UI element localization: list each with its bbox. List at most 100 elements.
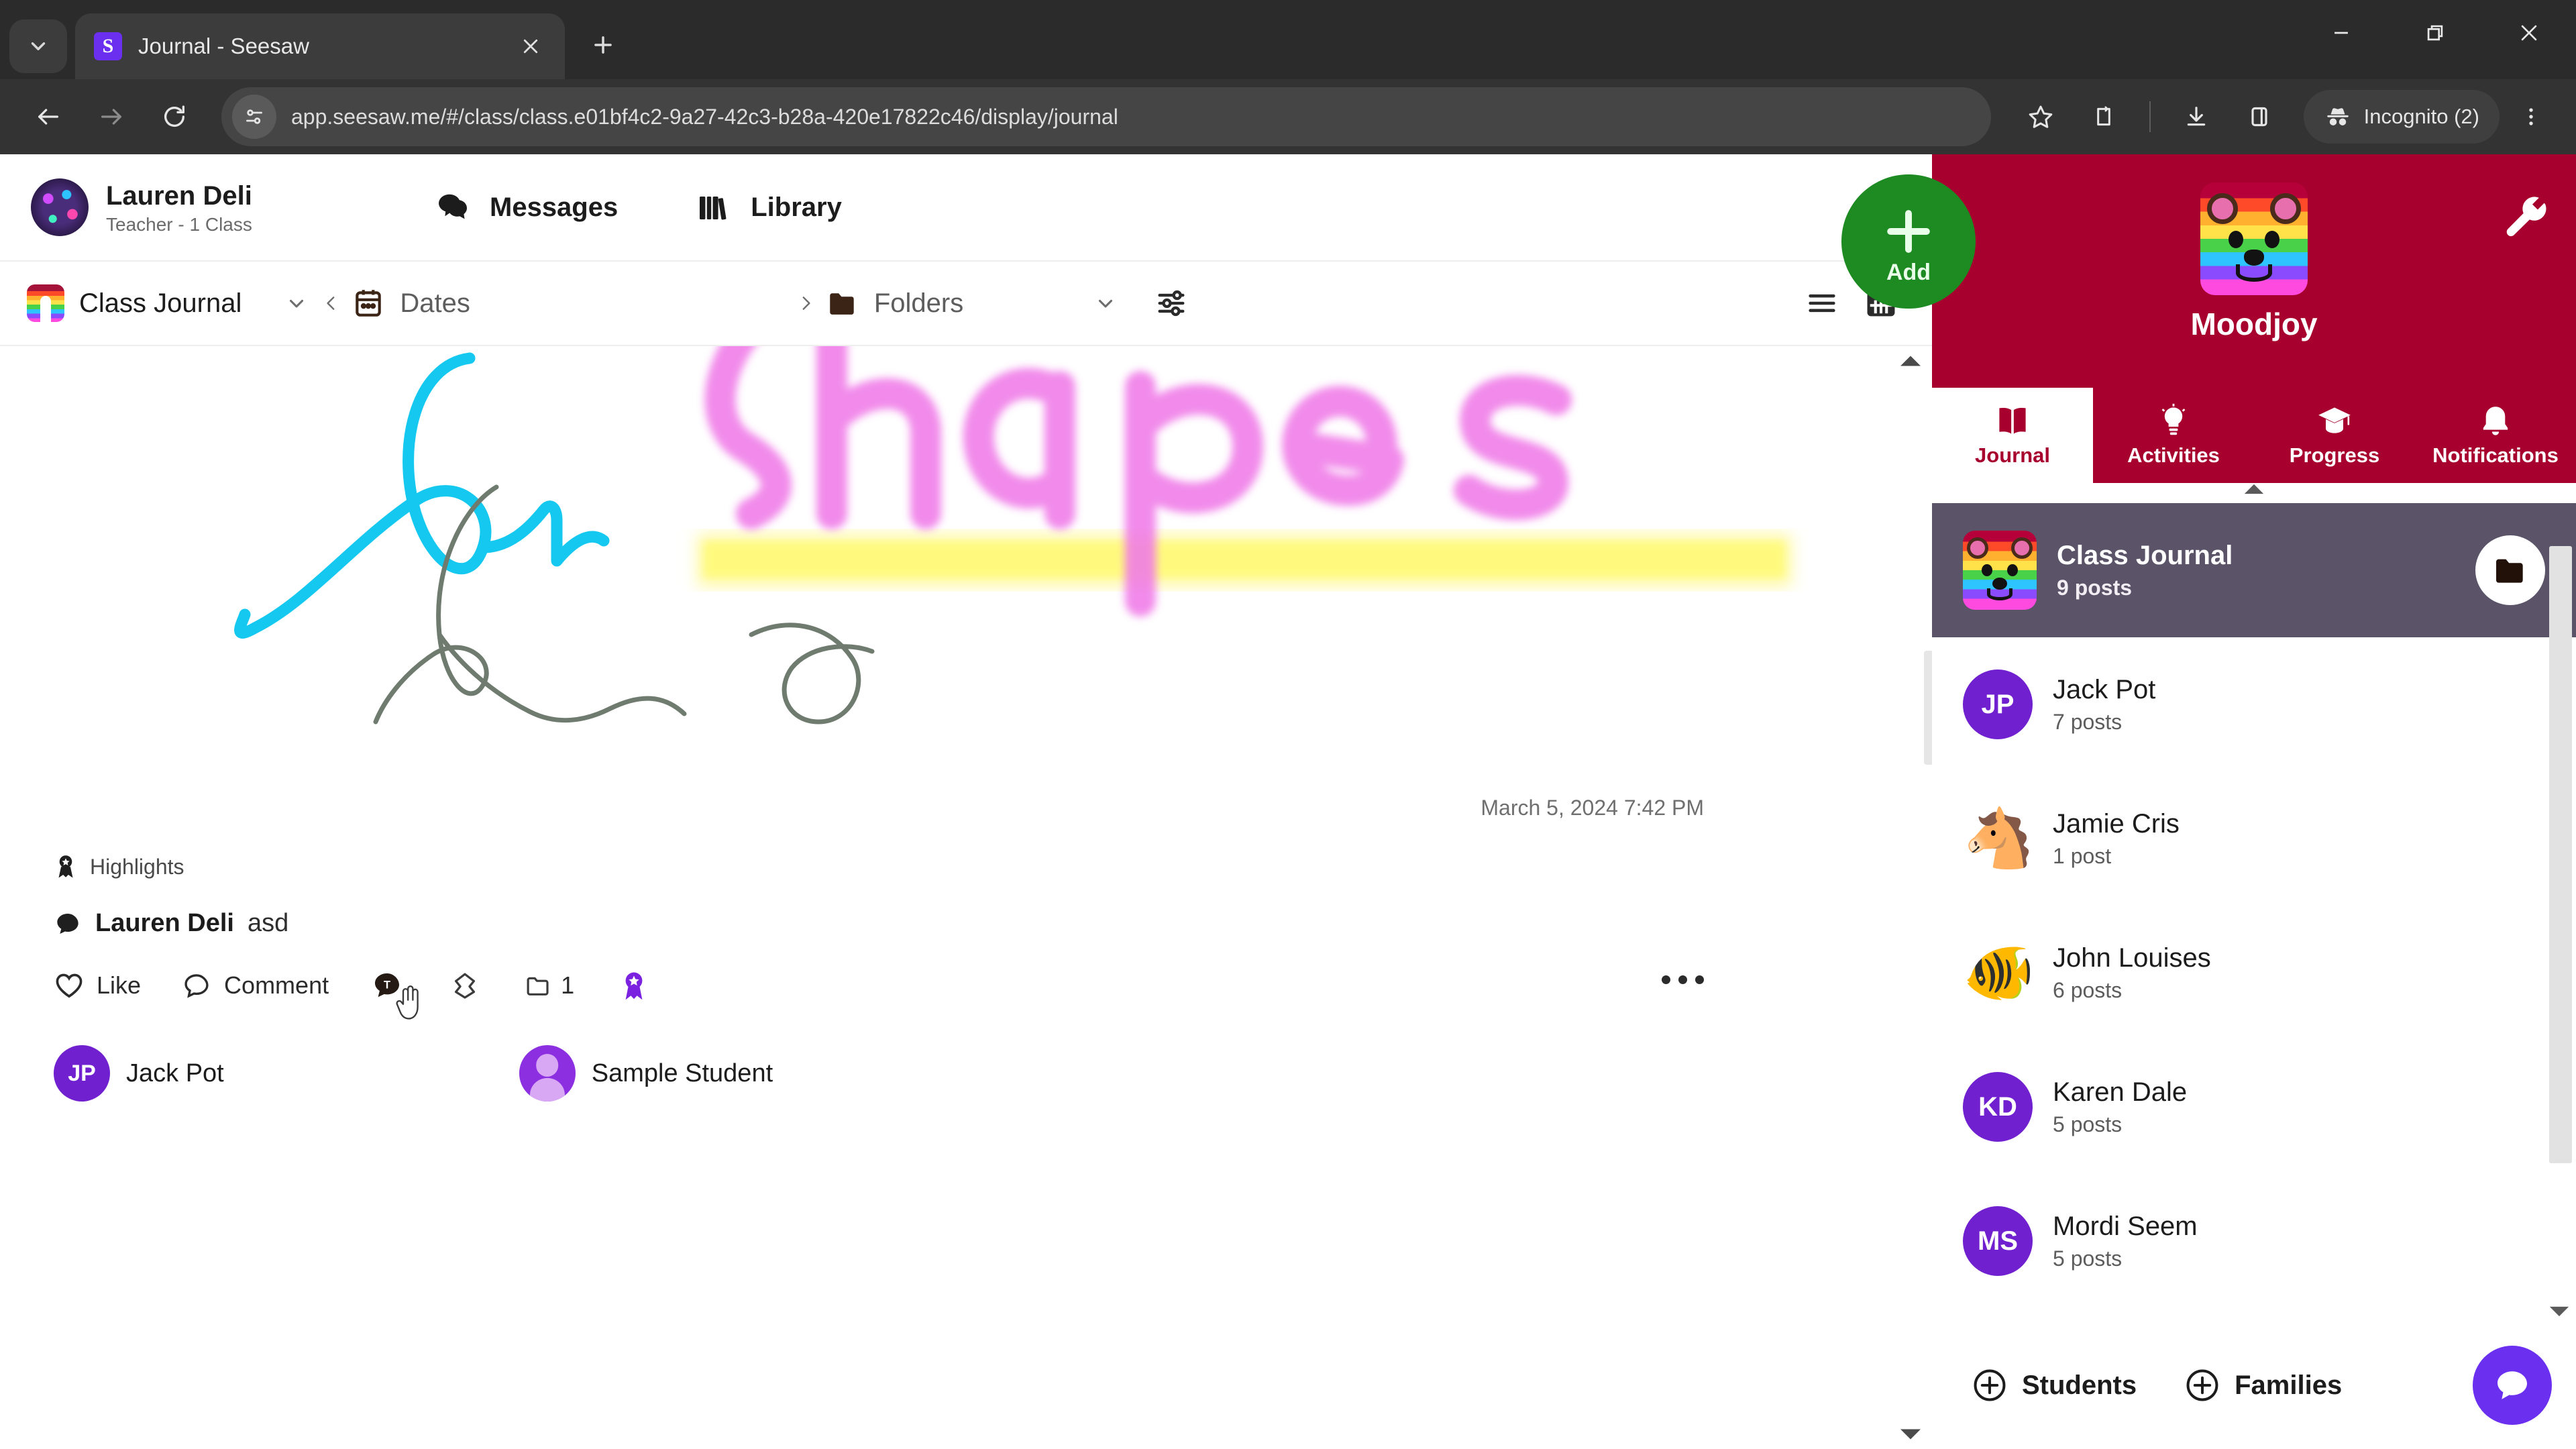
next-folders-button[interactable] [786,290,826,317]
folder-icon [830,293,854,315]
site-info-button[interactable] [232,95,276,139]
tab-journal[interactable]: Journal [1932,388,2093,483]
chat-bubble-icon [2498,1371,2527,1399]
minimize-button[interactable] [2294,0,2388,66]
journal-feed: March 5, 2024 7:42 PM Highlights Lauren … [0,346,1932,1449]
journal-dropdown-button[interactable] [282,292,311,315]
avatar [31,178,89,236]
class-identity[interactable]: Moodjoy [1932,182,2576,342]
back-button[interactable] [20,89,76,145]
journal-subbar: Class Journal Dates Folders [0,262,1932,346]
feed-scroll-up-arrow[interactable] [1898,353,1923,369]
forward-button[interactable] [83,89,140,145]
journal-selector[interactable]: Class Journal [27,284,241,322]
list-item[interactable]: 🐠 John Louises 6 posts [1932,906,2576,1040]
tab-progress[interactable]: Progress [2254,388,2415,483]
class-avatar [2200,182,2308,295]
bookmark-button[interactable] [2012,89,2069,145]
entry-name: Jack Pot [2053,675,2156,705]
nav-messages[interactable]: Messages [423,183,630,231]
folders-dropdown-button[interactable] [1091,292,1120,315]
post-highlights[interactable]: Highlights [54,853,1811,881]
reload-button[interactable] [146,89,203,145]
forward-arrow-icon [101,109,121,125]
dates-filter[interactable]: Dates [352,286,470,321]
chrome-menu-button[interactable] [2506,89,2556,145]
list-item[interactable]: KD Karen Dale 5 posts [1932,1040,2576,1174]
entry-name: Jamie Cris [2053,809,2180,839]
graduation-cap-icon [2318,407,2351,433]
tab-journal-label: Journal [1975,443,2050,467]
add-families-button[interactable]: Families [2184,1366,2342,1404]
prev-dates-button[interactable] [311,290,352,317]
tab-search-button[interactable] [9,19,67,73]
incognito-profile-button[interactable]: Incognito (2) [2303,90,2500,144]
bookmark-post-button[interactable] [449,970,480,1001]
reload-icon [164,105,184,127]
post-meta: March 5, 2024 7:42 PM Highlights Lauren … [0,789,1932,1102]
entry-name: Karen Dale [2053,1077,2188,1108]
comment-bubble-icon [57,913,78,934]
lightbulb-icon [2161,403,2186,435]
class-journal-icon [27,284,64,322]
extensions-button[interactable] [2076,89,2132,145]
tab-activities[interactable]: Activities [2093,388,2254,483]
entry-name: Mordi Seem [2053,1212,2198,1242]
chat-support-button[interactable] [2473,1346,2552,1425]
list-item[interactable]: MS Mordi Seem 5 posts [1932,1174,2576,1308]
entry-post-count: 5 posts [2053,1112,2123,1137]
pencil-scribble [373,484,875,724]
sidebar-scrollbar-thumb[interactable] [2549,546,2572,1163]
teacher-role: Teacher - 1 Class [106,213,252,235]
restore-icon [2427,25,2443,41]
downloads-button[interactable] [2168,89,2224,145]
avatar [519,1045,576,1102]
post-more-menu[interactable] [1662,975,1704,984]
comment-button[interactable]: Comment [181,971,329,1000]
folders-filter[interactable]: Folders [826,286,963,321]
extensions-icon [2096,106,2110,126]
tagged-student[interactable]: JP Jack Pot [54,1045,224,1102]
tab-activities-label: Activities [2127,443,2220,467]
wrench-icon[interactable] [2502,195,2553,246]
nav-library[interactable]: Library [684,183,854,231]
chevron-down-icon [31,42,46,50]
add-caption-button[interactable]: T [372,970,419,1020]
maximize-button[interactable] [2388,0,2482,66]
new-tab-button[interactable] [577,19,629,71]
list-scroll-up-arrow[interactable] [1932,483,2576,500]
page-settings-icon [246,109,262,124]
list-item[interactable]: JP Jack Pot 7 posts [1932,637,2576,771]
list-scroll-down-arrow[interactable] [2548,1304,2571,1319]
tab-notifications[interactable]: Notifications [2415,388,2576,483]
list-view-button[interactable] [1798,279,1846,327]
feed-scroll-down-arrow[interactable] [1898,1426,1923,1442]
browser-tab[interactable]: S Journal - Seesaw [75,13,565,79]
tab-close-button[interactable] [515,31,546,62]
award-post-button[interactable] [619,970,649,1001]
avatar: 🐴 [1963,806,2035,871]
tagged-student[interactable]: Sample Student [519,1045,773,1102]
side-panel-button[interactable] [2231,89,2288,145]
like-button[interactable]: Like [54,971,141,1000]
teacher-name: Lauren Deli [106,180,252,211]
page-viewport: Lauren Deli Teacher - 1 Class Messages L… [0,154,2576,1449]
window-close-button[interactable] [2482,0,2576,66]
sidebar-scrollbar[interactable] [2549,507,2572,1293]
address-bar[interactable]: app.seesaw.me/#/class/class.e01bf4c2-9a2… [221,87,1991,146]
ribbon-bookmark-icon [455,973,476,999]
post-artwork[interactable] [0,346,1932,789]
entry-folder-button[interactable] [2475,535,2545,605]
post-actions: Like Comment T 1 [54,970,1811,1020]
folder-icon [527,977,549,996]
sidebar-tabs: Journal Activities Progress Notification… [1932,388,2576,483]
book-icon [1999,407,2026,434]
teacher-profile[interactable]: Lauren Deli Teacher - 1 Class [31,178,407,236]
avatar: JP [1963,669,2033,739]
post-folder-count[interactable]: 1 [523,971,574,1000]
list-item[interactable]: 🐴 Jamie Cris 1 post [1932,771,2576,906]
add-students-button[interactable]: Students [1971,1366,2137,1404]
filter-button[interactable] [1147,279,1195,327]
avatar: JP [54,1045,110,1102]
list-item[interactable]: Class Journal 9 posts [1932,503,2576,637]
